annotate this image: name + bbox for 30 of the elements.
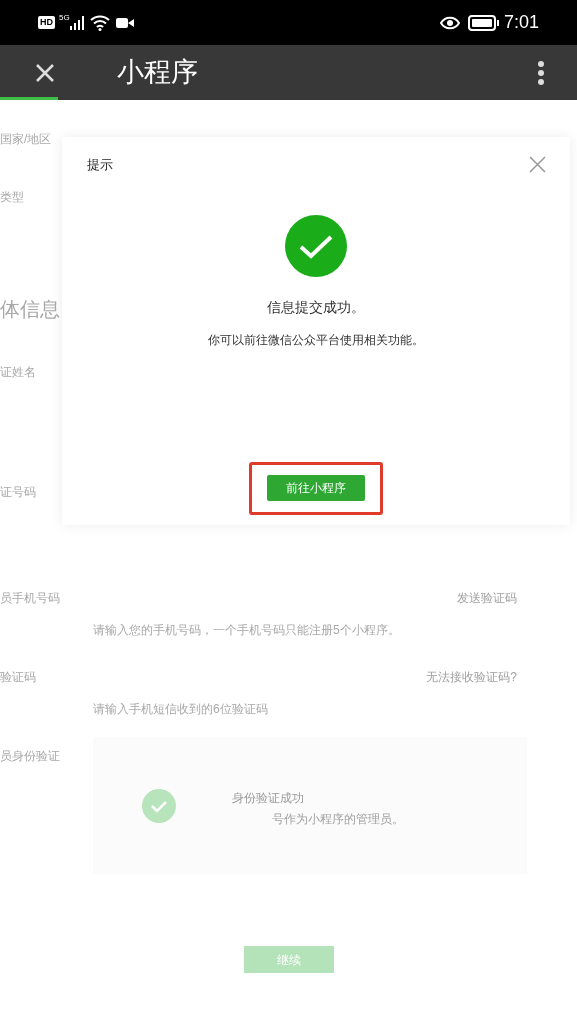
- detail-text: 你可以前往微信公众平台使用相关功能。: [208, 331, 424, 349]
- success-message: 信息提交成功。: [267, 297, 365, 317]
- section-title: 体信息: [0, 298, 60, 320]
- input-field[interactable]: 请输入手机短信收到的6位验证码: [93, 702, 268, 716]
- battery-icon: [467, 14, 500, 31]
- clock-time: 7:01: [503, 11, 539, 34]
- link[interactable]: 发送验证码: [457, 589, 517, 607]
- success-icon: [285, 214, 347, 277]
- input-field[interactable]: 请输入您的手机号码，一个手机号码只能注册5个小程序。: [93, 623, 400, 637]
- link[interactable]: 无法接收验证码?: [426, 668, 517, 686]
- network-label: 5G: [59, 12, 70, 24]
- signal-icon: [69, 15, 86, 30]
- hd-badge: HD: [38, 16, 55, 29]
- field-label: 员身份验证: [0, 748, 61, 765]
- check-icon: [142, 789, 176, 823]
- field-label: 类型: [0, 190, 24, 204]
- status-text: 身份验证成功: [232, 790, 305, 807]
- more-icon[interactable]: [537, 59, 545, 86]
- video-camera-icon: [115, 16, 134, 29]
- note-text: 号作为小程序的管理员。: [272, 811, 404, 828]
- field-label: 国家/地区: [0, 132, 52, 146]
- field-label: 证姓名: [0, 365, 36, 379]
- page-title: 小程序: [117, 56, 198, 90]
- wifi-icon: [89, 14, 110, 31]
- field-label: 员手机号码: [0, 590, 60, 607]
- field-label: 证号码: [0, 485, 36, 499]
- field-label: 验证码: [0, 669, 36, 686]
- eye-icon: [439, 15, 460, 30]
- go-to-mini-program-button[interactable]: 前往小程序: [267, 475, 365, 501]
- dialog-title: 提示: [87, 156, 113, 174]
